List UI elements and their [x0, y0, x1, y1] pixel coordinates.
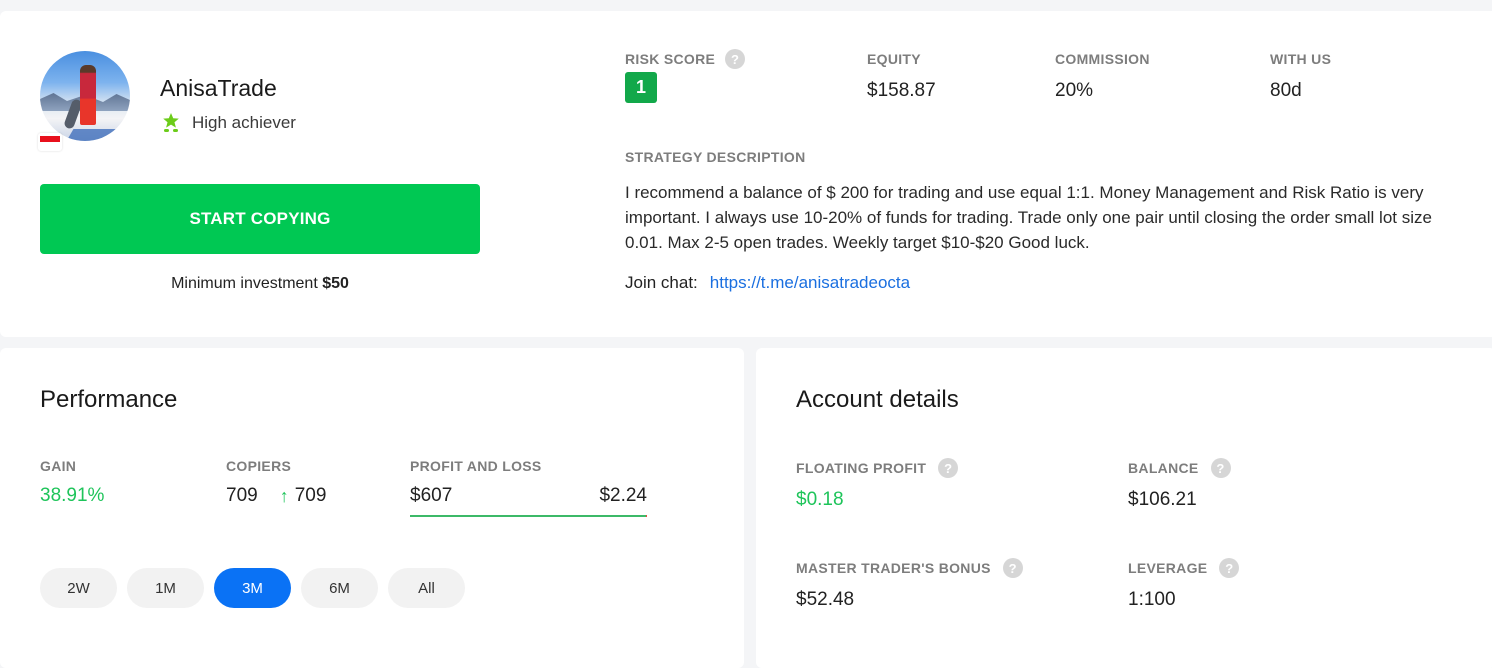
master-bonus-metric: MASTER TRADER'S BONUS ? $52.48	[796, 558, 1023, 611]
equity-stat: EQUITY $158.87	[867, 49, 936, 102]
master-bonus-value: $52.48	[796, 589, 855, 610]
with-us-value: 80d	[1270, 80, 1302, 101]
help-icon[interactable]: ?	[725, 49, 746, 69]
period-tab-2w[interactable]: 2W	[40, 568, 117, 608]
profit-loss-label: PROFIT AND LOSS	[410, 458, 542, 474]
achiever-label: High achiever	[192, 113, 296, 132]
minimum-investment: Minimum investment $50	[40, 275, 480, 293]
strategy-title: STRATEGY DESCRIPTION	[625, 149, 806, 165]
min-investment-value: $50	[322, 275, 349, 292]
join-chat: Join chat: https://t.me/anisatradeocta	[625, 273, 910, 293]
balance-label: BALANCE	[1128, 460, 1199, 476]
profit-value: $607	[410, 485, 453, 506]
trader-avatar[interactable]	[40, 51, 130, 141]
risk-score-label: RISK SCORE	[625, 51, 716, 67]
copiers-delta-value: 709	[294, 485, 327, 506]
with-us-stat: WITH US 80d	[1270, 49, 1331, 102]
profit-loss-metric: PROFIT AND LOSS $607 $2.24	[410, 458, 647, 517]
risk-score-badge: 1	[625, 72, 657, 103]
balance-metric: BALANCE ? $106.21	[1128, 458, 1231, 511]
commission-value: 20%	[1055, 80, 1094, 101]
performance-title: Performance	[40, 386, 178, 413]
gain-metric: GAIN 38.91%	[40, 458, 104, 507]
commission-label: COMMISSION	[1055, 51, 1150, 67]
floating-profit-label: FLOATING PROFIT	[796, 460, 927, 476]
period-selector: 2W 1M 3M 6M All	[40, 568, 465, 608]
floating-profit-value: $0.18	[796, 489, 844, 510]
start-copying-button[interactable]: START COPYING	[40, 184, 480, 254]
star-award-icon	[163, 113, 179, 132]
period-tab-all[interactable]: All	[388, 568, 465, 608]
equity-label: EQUITY	[867, 51, 921, 67]
join-chat-link[interactable]: https://t.me/anisatradeocta	[710, 273, 910, 292]
copiers-delta: ↑ 709	[280, 485, 327, 507]
help-icon[interactable]: ?	[1219, 558, 1240, 578]
copiers-metric: COPIERS 709 ↑ 709	[226, 458, 326, 507]
min-investment-label: Minimum investment	[171, 275, 318, 292]
leverage-metric: LEVERAGE ? 1:100	[1128, 558, 1240, 611]
join-chat-label: Join chat:	[625, 273, 698, 292]
period-tab-3m[interactable]: 3M	[214, 568, 291, 608]
leverage-label: LEVERAGE	[1128, 560, 1208, 576]
master-bonus-label: MASTER TRADER'S BONUS	[796, 560, 991, 576]
account-details-title: Account details	[796, 386, 959, 413]
loss-value: $2.24	[599, 485, 647, 506]
gain-value: 38.91%	[40, 485, 105, 506]
arrow-up-icon: ↑	[279, 485, 289, 506]
copiers-label: COPIERS	[226, 458, 292, 474]
profit-loss-bar	[410, 515, 647, 517]
help-icon[interactable]: ?	[1210, 458, 1231, 478]
avatar-shadow-graphic	[66, 129, 130, 141]
leverage-value: 1:100	[1128, 589, 1176, 610]
strategy-description: I recommend a balance of $ 200 for tradi…	[625, 183, 1432, 252]
risk-score-stat: RISK SCORE ? 1	[625, 49, 746, 103]
with-us-label: WITH US	[1270, 51, 1332, 67]
gain-label: GAIN	[40, 458, 77, 474]
balance-value: $106.21	[1128, 489, 1197, 510]
period-tab-6m[interactable]: 6M	[301, 568, 378, 608]
equity-value: $158.87	[867, 80, 936, 101]
copiers-value: 709	[226, 485, 258, 506]
avatar-person-graphic	[80, 65, 96, 125]
loss-bar-segment	[646, 515, 647, 517]
floating-profit-metric: FLOATING PROFIT ? $0.18	[796, 458, 959, 511]
profit-bar-segment	[410, 515, 647, 517]
period-tab-1m[interactable]: 1M	[127, 568, 204, 608]
indonesia-flag-icon	[38, 133, 62, 151]
help-icon[interactable]: ?	[938, 458, 959, 478]
help-icon[interactable]: ?	[1002, 558, 1023, 578]
achiever-badge: High achiever	[162, 113, 296, 133]
commission-stat: COMMISSION 20%	[1055, 49, 1150, 102]
trader-name: AnisaTrade	[160, 75, 277, 101]
